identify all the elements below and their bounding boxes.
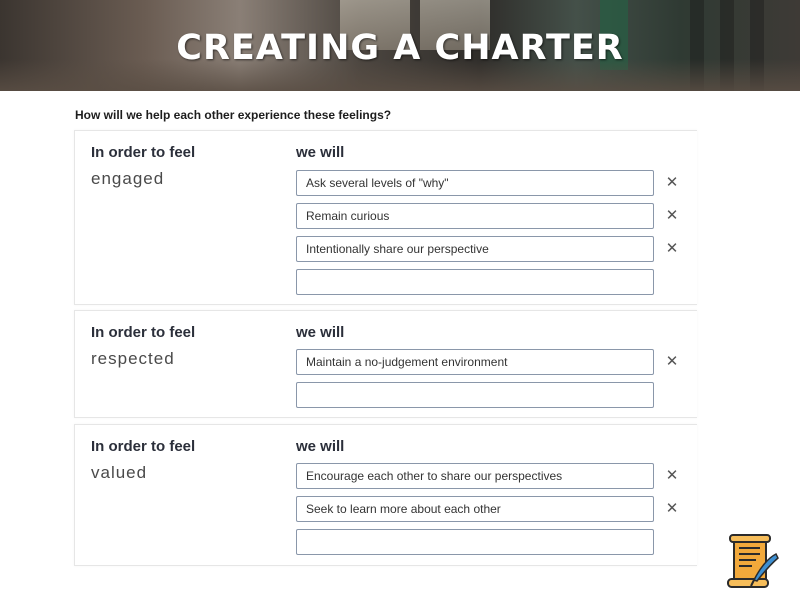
action-entry[interactable]: Intentionally share our perspective [296,236,654,262]
feeling-label: valued [91,463,148,482]
new-action-input[interactable] [296,269,654,295]
feeling-card-valued: In order to feel valued we will Encourag… [74,424,697,566]
close-icon[interactable]: ✕ [665,354,679,369]
action-entry[interactable]: Remain curious [296,203,654,229]
close-icon[interactable]: ✕ [665,468,679,483]
action-entry[interactable]: Encourage each other to share our perspe… [296,463,654,489]
feel-heading: In order to feel [91,438,196,455]
page-title: CREATING A CHARTER [176,28,624,68]
feeling-card-respected: In order to feel respected we will Maint… [74,310,697,418]
scroll-quill-icon [724,532,782,590]
action-entry[interactable]: Maintain a no-judgement environment [296,349,654,375]
new-action-input[interactable] [296,382,654,408]
will-heading: we will [296,438,345,455]
close-icon[interactable]: ✕ [665,501,679,516]
action-entry[interactable]: Ask several levels of "why" [296,170,654,196]
feeling-label: respected [91,349,175,368]
close-icon[interactable]: ✕ [665,241,679,256]
will-heading: we will [296,144,345,161]
charter-question: How will we help each other experience t… [75,108,392,122]
header-banner: CREATING A CHARTER [0,0,800,91]
feeling-label: engaged [91,169,165,188]
new-action-input[interactable] [296,529,654,555]
feel-heading: In order to feel [91,324,196,341]
close-icon[interactable]: ✕ [665,175,679,190]
close-icon[interactable]: ✕ [665,208,679,223]
feel-heading: In order to feel [91,144,196,161]
action-entry[interactable]: Seek to learn more about each other [296,496,654,522]
will-heading: we will [296,324,345,341]
feeling-card-engaged: In order to feel engaged we will Ask sev… [74,130,697,305]
